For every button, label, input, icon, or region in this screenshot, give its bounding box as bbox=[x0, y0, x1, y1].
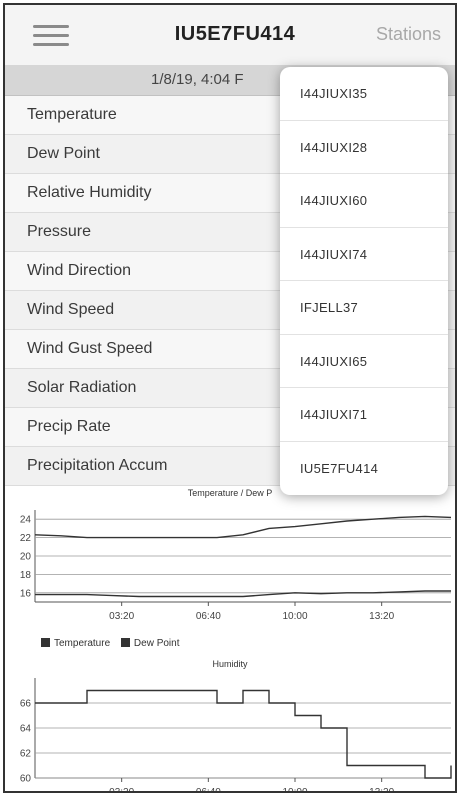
top-bar: IU5E7FU414 Stations bbox=[5, 5, 455, 66]
temperature-dewpoint-chart-svg: Temperature / Dew P 16 18 20 22 24 03:20 06:40 1… bbox=[20, 488, 452, 622]
legend-label: Temperature bbox=[54, 638, 111, 649]
station-option[interactable]: I44JIUXI28 bbox=[280, 121, 448, 174]
y-tick-label: 60 bbox=[20, 774, 32, 785]
legend-temperature: Temperature bbox=[41, 638, 110, 649]
station-option[interactable]: I44JIUXI65 bbox=[280, 335, 448, 388]
humidity-chart: Humidity 60 62 64 66 03:20 06:40 10:00 13:20 bbox=[5, 656, 455, 793]
page-title: IU5E7FU414 bbox=[174, 23, 296, 45]
station-option[interactable]: I44JIUXI71 bbox=[280, 388, 448, 442]
legend-swatch bbox=[41, 638, 50, 647]
legend-swatch bbox=[120, 638, 130, 647]
temperature-dewpoint-chart: Temperature / Dew P 16 18 20 22 24 03:20 06:40 1… bbox=[5, 486, 455, 656]
stations-dropdown: I44JIUXI35 I44JIUXI28 I44JIUXI60 I44JIUX… bbox=[280, 67, 448, 495]
legend-dew-point: Dew Point bbox=[120, 638, 180, 649]
x-tick-label: 10:00 bbox=[282, 611, 307, 622]
stations-button[interactable]: Stations bbox=[376, 24, 441, 45]
x-tick-label: 03:20 bbox=[109, 787, 134, 793]
y-tick-label: 16 bbox=[20, 588, 32, 599]
y-tick-label: 66 bbox=[20, 699, 32, 710]
x-tick-label: 13:20 bbox=[369, 611, 394, 622]
humidity-chart-svg: Humidity 60 62 64 66 03:20 06:40 10:00 13:20 bbox=[20, 659, 452, 793]
measurement-label: Dew Point bbox=[27, 145, 100, 162]
app-frame: IU5E7FU414 Stations 1/8/19, 4:04 F Tempe… bbox=[3, 3, 457, 793]
chart-legend: Temperature Dew Point bbox=[41, 638, 188, 649]
measurement-label: Solar Radiation bbox=[27, 379, 137, 396]
y-tick-label: 22 bbox=[20, 533, 32, 544]
y-tick-label: 64 bbox=[20, 724, 32, 735]
dew-point-line bbox=[35, 590, 451, 598]
x-tick-label: 03:20 bbox=[109, 611, 134, 622]
chart-title: Temperature / Dew P bbox=[188, 488, 273, 498]
station-option[interactable]: I44JIUXI35 bbox=[280, 67, 448, 121]
measurement-label: Wind Gust Speed bbox=[27, 340, 153, 357]
measurement-label: Pressure bbox=[27, 223, 92, 240]
y-tick-label: 24 bbox=[20, 515, 32, 526]
measurement-label: Wind Speed bbox=[27, 301, 115, 318]
station-option[interactable]: I44JIUXI74 bbox=[280, 228, 448, 281]
y-tick-label: 62 bbox=[20, 749, 32, 760]
y-tick-label: 20 bbox=[20, 552, 32, 563]
x-tick-label: 06:40 bbox=[196, 611, 221, 622]
hamburger-menu-icon[interactable] bbox=[33, 23, 75, 49]
measurement-label: Wind Direction bbox=[27, 262, 132, 279]
legend-label: Dew Point bbox=[133, 638, 180, 649]
observation-timestamp: 1/8/19, 4:04 F bbox=[151, 71, 244, 88]
x-tick-label: 06:40 bbox=[196, 787, 221, 793]
chart-title: Humidity bbox=[212, 659, 248, 669]
humidity-line bbox=[35, 689, 452, 779]
y-tick-label: 18 bbox=[20, 570, 32, 581]
measurement-label: Precip Rate bbox=[27, 418, 111, 435]
x-tick-label: 10:00 bbox=[282, 787, 307, 793]
station-option[interactable]: IFJELL37 bbox=[280, 281, 448, 335]
measurement-label: Temperature bbox=[27, 106, 117, 123]
measurement-label: Precipitation Accum bbox=[27, 457, 168, 474]
x-tick-label: 13:20 bbox=[369, 787, 394, 793]
station-option[interactable]: IU5E7FU414 bbox=[280, 442, 448, 496]
measurement-label: Relative Humidity bbox=[27, 184, 152, 201]
station-option[interactable]: I44JIUXI60 bbox=[280, 174, 448, 228]
